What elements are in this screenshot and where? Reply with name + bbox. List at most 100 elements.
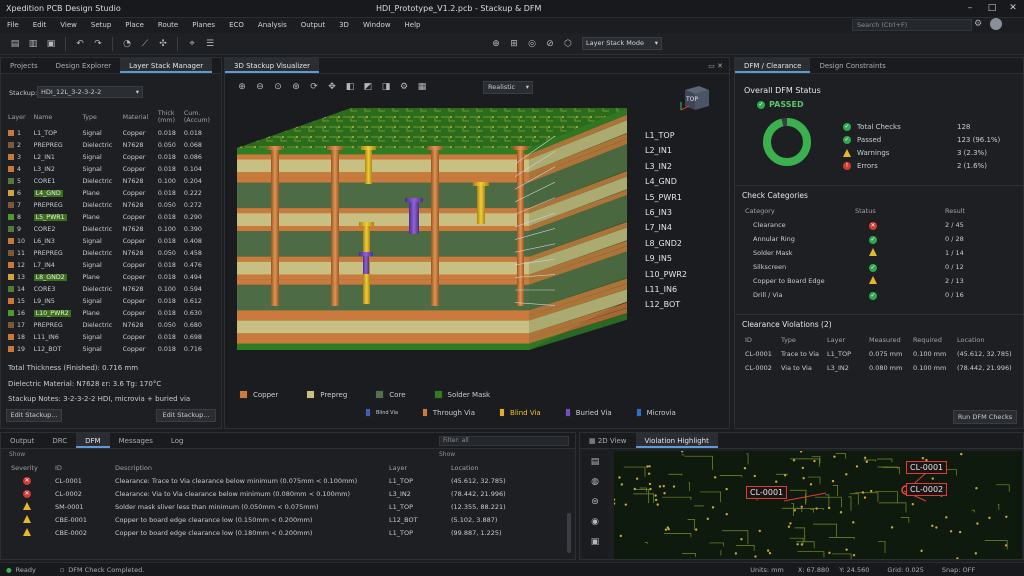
redo-icon[interactable]: ↷ (91, 37, 105, 51)
view-front-icon[interactable]: ◧ (343, 80, 357, 94)
marker-cl-0001-alt[interactable]: CL-0001 (746, 486, 788, 499)
table-row[interactable]: ✕ CL-0002 Clearance: Via to Via clearance … (11, 487, 567, 500)
menu-edit[interactable]: Edit (26, 18, 54, 32)
camera-icon[interactable]: ▦ (415, 80, 429, 94)
tab-messages[interactable]: Messages (110, 433, 162, 448)
marker-cl-0002[interactable]: CL-0002 (906, 483, 948, 496)
menu-view[interactable]: View (53, 18, 84, 32)
layer-row[interactable]: 15 L9_IN5 Signal Copper 0.018 0.612 (6, 295, 212, 307)
tab-drc[interactable]: DRC (43, 433, 76, 448)
menu-file[interactable]: File (0, 18, 26, 32)
layer-row[interactable]: 11 PREPREG Dielectric N7628 0.050 0.458 (6, 247, 212, 259)
view-3d-icon[interactable]: ⬡ (561, 37, 575, 51)
table-row[interactable]: CBE-0001 Copper to board edge clearance l… (11, 513, 567, 526)
view-cube[interactable]: TOP (677, 80, 713, 116)
category-row[interactable]: Solder Mask 1 / 14 (745, 246, 1015, 260)
via-icon[interactable]: ◎ (525, 37, 539, 51)
undo-icon[interactable]: ↶ (73, 37, 87, 51)
tab-violation-highlight[interactable]: Violation Highlight (635, 433, 718, 448)
category-row[interactable]: Copper to Board Edge 2 / 13 (745, 274, 1015, 288)
menu-analysis[interactable]: Analysis (251, 18, 294, 32)
zoom-in-icon[interactable]: ⊕ (235, 80, 249, 94)
mode-select[interactable]: Layer Stack Mode ▾ (582, 37, 662, 50)
menu-route[interactable]: Route (151, 18, 185, 32)
tab-projects[interactable]: Projects (1, 58, 47, 73)
layer-row[interactable]: 2 PREPREG Dielectric N7628 0.050 0.068 (6, 139, 212, 151)
route-icon[interactable]: ⟋ (138, 37, 152, 51)
layer-row[interactable]: 16 L10_PWR2 Plane Copper 0.018 0.630 (6, 307, 212, 319)
minimize-panel-icon[interactable]: ▭ (708, 62, 715, 70)
net-icon[interactable]: ◍ (588, 475, 602, 489)
edit-stackup-dropdown-button[interactable]: Edit Stackup... (156, 409, 216, 422)
edit-stackup-button[interactable]: Edit Stackup... (6, 409, 62, 422)
gear-icon[interactable]: ⚙ (974, 19, 982, 29)
close-icon[interactable]: ✕ (1007, 3, 1019, 14)
layer-row[interactable]: 8 L5_PWR1 Plane Copper 0.018 0.290 (6, 211, 212, 223)
tab-layer-stack-manager[interactable]: Layer Stack Manager (120, 58, 213, 73)
zoom-icon[interactable]: ⊕ (489, 37, 503, 51)
table-row[interactable]: SM-0001 Solder mask sliver less than mini… (11, 500, 567, 513)
zoom-area-icon[interactable]: ⊛ (289, 80, 303, 94)
menu-window[interactable]: Window (356, 18, 398, 32)
view-iso-icon[interactable]: ◩ (361, 80, 375, 94)
tab-dfm[interactable]: DFM (76, 433, 110, 448)
maximize-icon[interactable]: □ (986, 3, 998, 14)
tab-design-constraints[interactable]: Design Constraints (810, 58, 894, 73)
layers-icon[interactable]: ☰ (203, 37, 217, 51)
rotate-icon[interactable]: ⟳ (307, 80, 321, 94)
menu-planes[interactable]: Planes (185, 18, 222, 32)
tab-2d-view[interactable]: ▦ 2D View (580, 433, 636, 448)
layer-row[interactable]: 17 PREPREG Dielectric N7628 0.050 0.680 (6, 319, 212, 331)
open-file-icon[interactable]: ▥ (26, 37, 40, 51)
violation-row[interactable]: CL-0001 Trace to Via L1_TOP 0.075 mm 0.100 m… (745, 347, 1021, 361)
table-row[interactable]: CBE-0002 Copper to board edge clearance l… (11, 526, 567, 539)
layer-row[interactable]: 19 L12_BOT Signal Copper 0.018 0.716 (6, 343, 212, 355)
menu-output[interactable]: Output (294, 18, 332, 32)
menu-setup[interactable]: Setup (84, 18, 118, 32)
layer-visibility-icon[interactable]: ◨ (379, 80, 393, 94)
highlight-icon[interactable]: ◉ (588, 515, 602, 529)
pan-icon[interactable]: ✥ (325, 80, 339, 94)
grid-icon[interactable]: ⊞ (507, 37, 521, 51)
pcb-2d-view[interactable] (614, 451, 1022, 559)
menu-eco[interactable]: ECO (222, 18, 251, 32)
layer-row[interactable]: 14 CORE3 Dielectric N7628 0.100 0.594 (6, 283, 212, 295)
measure-icon[interactable]: ⌖ (185, 37, 199, 51)
stackup-select[interactable]: HDI_12L_3-2-3-2-2 ▾ (37, 86, 143, 98)
zoom-out-icon[interactable]: ⊖ (253, 80, 267, 94)
drc-icon[interactable]: ⊘ (543, 37, 557, 51)
menu-3d[interactable]: 3D (332, 18, 356, 32)
menu-help[interactable]: Help (398, 18, 428, 32)
marker-cl-0001[interactable]: CL-0001 (906, 461, 948, 474)
tab-3d-stackup[interactable]: 3D Stackup Visualizer (225, 58, 320, 73)
menu-place[interactable]: Place (118, 18, 151, 32)
avatar[interactable] (990, 18, 1002, 30)
layer-row[interactable]: 6 L4_GND Plane Copper 0.018 0.222 (6, 187, 212, 199)
filter-input[interactable]: Filter: all (439, 436, 569, 446)
category-row[interactable]: Silkscreen ✓ 0 / 12 (745, 260, 1015, 274)
category-row[interactable]: Drill / Via ✓ 0 / 16 (745, 288, 1015, 302)
layers-icon[interactable]: ▤ (588, 455, 602, 469)
tab-log[interactable]: Log (162, 433, 193, 448)
search-input[interactable]: Search (Ctrl+F) (852, 19, 972, 31)
layer-row[interactable]: 7 PREPREG Dielectric N7628 0.050 0.272 (6, 199, 212, 211)
layer-row[interactable]: 13 L8_GND2 Plane Copper 0.018 0.494 (6, 271, 212, 283)
layer-row[interactable]: 18 L11_IN6 Signal Copper 0.018 0.698 (6, 331, 212, 343)
settings-icon[interactable]: ⚙ (397, 80, 411, 94)
tab-dfm-clearance[interactable]: DFM / Clearance (735, 58, 811, 73)
minimize-icon[interactable]: – (964, 3, 976, 14)
tab-design-explorer[interactable]: Design Explorer (47, 58, 121, 73)
place-icon[interactable]: ✣ (156, 37, 170, 51)
layer-row[interactable]: 5 CORE1 Dielectric N7628 0.100 0.204 (6, 175, 212, 187)
run-dfm-checks-button[interactable]: Run DFM Checks (953, 410, 1017, 424)
layer-row[interactable]: 3 L2_IN1 Signal Copper 0.018 0.086 (6, 151, 212, 163)
layer-row[interactable]: 12 L7_IN4 Signal Copper 0.018 0.476 (6, 259, 212, 271)
zoom-fit-icon[interactable]: ⊙ (271, 80, 285, 94)
layer-row[interactable]: 10 L6_IN3 Signal Copper 0.018 0.408 (6, 235, 212, 247)
select-icon[interactable]: ◔ (120, 37, 134, 51)
table-row[interactable]: ✕ CL-0001 Clearance: Trace to Via clearanc… (11, 474, 567, 487)
layer-row[interactable]: 1 L1_TOP Signal Copper 0.018 0.018 (6, 127, 212, 139)
tab-output[interactable]: Output (1, 433, 43, 448)
render-mode-select[interactable]: Realistic ▾ (483, 81, 533, 94)
category-row[interactable]: Clearance ✕ 2 / 45 (745, 218, 1015, 232)
